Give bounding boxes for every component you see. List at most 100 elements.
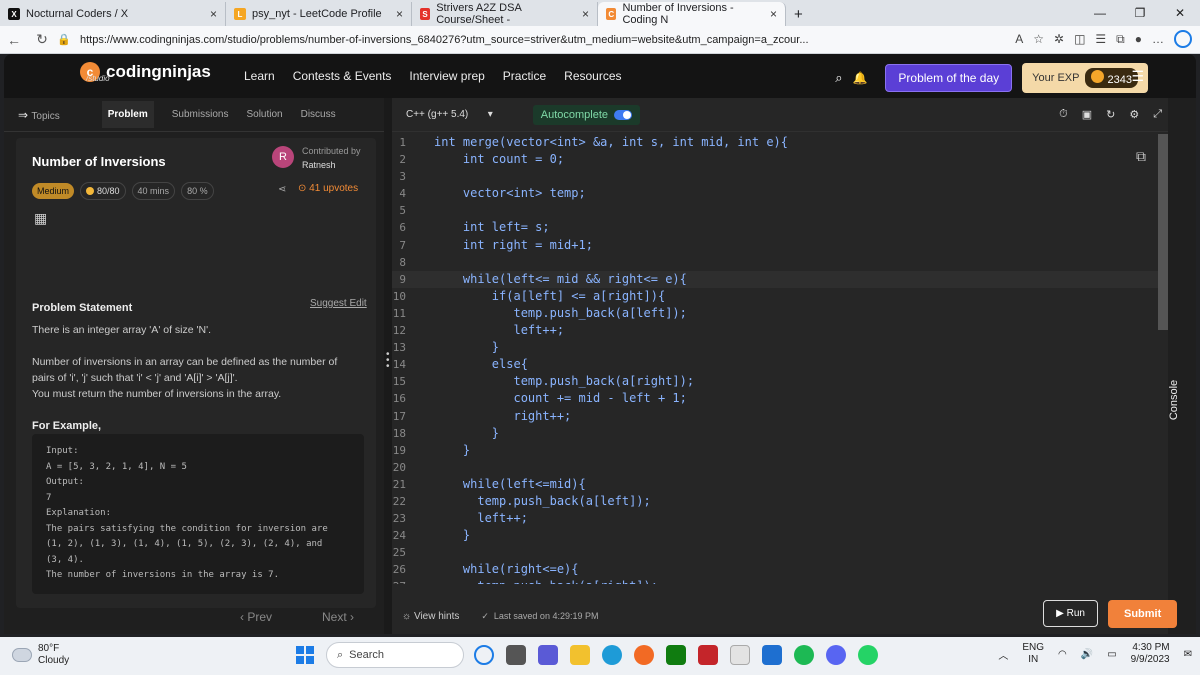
mcafee-icon[interactable] bbox=[698, 645, 718, 665]
nav-learn[interactable]: Learn bbox=[244, 69, 275, 83]
share-icon[interactable]: ⋖ bbox=[278, 184, 286, 195]
taskbar-search[interactable]: ⌕ Search bbox=[326, 642, 464, 668]
code-line[interactable]: 7 int right = mid+1; bbox=[392, 237, 1162, 254]
panel-resizer[interactable]: • • • bbox=[384, 98, 392, 634]
tab-submissions[interactable]: Submissions bbox=[172, 109, 229, 120]
code-line[interactable]: 12 left++; bbox=[392, 322, 1162, 339]
refresh-icon[interactable]: ↻ bbox=[28, 31, 56, 48]
settings-gear-icon[interactable]: ⚙ bbox=[1129, 108, 1139, 121]
nav-practice[interactable]: Practice bbox=[503, 69, 546, 83]
view-hints-button[interactable]: ☼ View hints bbox=[402, 611, 459, 622]
language-select[interactable]: C++ (g++ 5.4) ▾ bbox=[406, 109, 493, 120]
code-area[interactable]: 1 int merge(vector<int> &a, int s, int mi… bbox=[392, 134, 1162, 584]
prev-button[interactable]: ‹ Prev bbox=[240, 610, 272, 624]
collections-icon[interactable]: ⧉ bbox=[1116, 32, 1125, 47]
notification-bell-icon[interactable]: 🔔 bbox=[852, 71, 867, 85]
code-line[interactable]: 19 } bbox=[392, 442, 1162, 459]
lock-icon[interactable]: 🔒 bbox=[56, 33, 72, 46]
hamburger-menu-icon[interactable]: ☰ bbox=[1131, 68, 1144, 85]
notification-icon[interactable]: ✉ bbox=[1184, 649, 1192, 660]
problem-of-the-day-button[interactable]: Problem of the day bbox=[885, 64, 1013, 92]
more-icon[interactable]: … bbox=[1152, 32, 1164, 46]
tab-twitter[interactable]: X Nocturnal Coders / X × bbox=[0, 2, 226, 26]
tab-problem[interactable]: Problem bbox=[101, 101, 154, 128]
language-indicator[interactable]: ENG IN bbox=[1022, 642, 1044, 666]
reset-icon[interactable]: ↻ bbox=[1106, 108, 1115, 121]
avatar[interactable]: R bbox=[272, 146, 294, 168]
copy-icon[interactable]: ⧉ bbox=[1136, 148, 1146, 165]
store-icon[interactable] bbox=[730, 645, 750, 665]
code-line[interactable]: 11 temp.push_back(a[left]); bbox=[392, 305, 1162, 322]
code-line[interactable]: 10 if(a[left] <= a[right]){ bbox=[392, 288, 1162, 305]
code-line[interactable]: 23 left++; bbox=[392, 510, 1162, 527]
close-icon[interactable]: × bbox=[388, 7, 403, 21]
run-button[interactable]: ▶ Run bbox=[1043, 600, 1098, 627]
code-line[interactable]: 18 } bbox=[392, 425, 1162, 442]
windows-start-icon[interactable] bbox=[296, 646, 314, 664]
url-field[interactable]: https://www.codingninjas.com/studio/prob… bbox=[80, 34, 809, 46]
code-line[interactable]: 2 int count = 0; bbox=[392, 151, 1162, 168]
nav-contests[interactable]: Contests & Events bbox=[293, 69, 392, 83]
code-line[interactable]: 17 right++; bbox=[392, 408, 1162, 425]
code-line[interactable]: 8 bbox=[392, 254, 1162, 271]
code-line[interactable]: 27 temp.push_back(a[right]); bbox=[392, 578, 1162, 584]
timer-icon[interactable]: ⏱ bbox=[1059, 108, 1068, 121]
xbox-icon[interactable] bbox=[666, 645, 686, 665]
code-line[interactable]: 1 int merge(vector<int> &a, int s, int mi… bbox=[392, 134, 1162, 151]
split-screen-icon[interactable]: ◫ bbox=[1074, 32, 1085, 46]
tab-leetcode[interactable]: L psy_nyt - LeetCode Profile × bbox=[226, 2, 412, 26]
code-line[interactable]: 25 bbox=[392, 544, 1162, 561]
code-line[interactable]: 5 bbox=[392, 202, 1162, 219]
back-icon[interactable]: ← bbox=[0, 32, 28, 48]
chevron-up-icon[interactable]: ︿ bbox=[998, 647, 1008, 662]
app-icon[interactable] bbox=[762, 645, 782, 665]
code-line[interactable]: 26 while(right<=e){ bbox=[392, 561, 1162, 578]
code-line[interactable]: 16 count += mid - left + 1; bbox=[392, 390, 1162, 407]
code-line[interactable]: 13 } bbox=[392, 339, 1162, 356]
teams-icon[interactable] bbox=[538, 645, 558, 665]
read-aloud-icon[interactable]: A bbox=[1015, 32, 1023, 46]
code-line[interactable]: 22 temp.push_back(a[left]); bbox=[392, 493, 1162, 510]
code-line[interactable]: 20 bbox=[392, 459, 1162, 476]
save-icon[interactable]: ▣ bbox=[1082, 108, 1092, 121]
code-line[interactable]: 14 else{ bbox=[392, 356, 1162, 373]
tab-codingninjas[interactable]: C Number of Inversions - Coding N × bbox=[598, 2, 786, 26]
suggest-edit-link[interactable]: Suggest Edit bbox=[310, 298, 367, 309]
close-window-icon[interactable]: ✕ bbox=[1160, 6, 1200, 20]
firefox-icon[interactable] bbox=[634, 645, 654, 665]
code-line[interactable]: 3 bbox=[392, 168, 1162, 185]
console-panel-toggle[interactable]: Console bbox=[1168, 98, 1196, 634]
fullscreen-icon[interactable]: ⤢ bbox=[1153, 108, 1162, 121]
autocomplete-toggle[interactable]: Autocomplete bbox=[532, 104, 640, 125]
task-view-icon[interactable] bbox=[506, 645, 526, 665]
new-tab-button[interactable]: + bbox=[786, 2, 811, 26]
battery-icon[interactable]: ▭ bbox=[1107, 649, 1116, 660]
spotify-icon[interactable] bbox=[794, 645, 814, 665]
close-icon[interactable]: × bbox=[762, 7, 777, 21]
favorite-star-icon[interactable]: ☆ bbox=[1033, 32, 1044, 46]
close-icon[interactable]: × bbox=[202, 7, 217, 21]
code-line[interactable]: 9 while(left<= mid && right<= e){ bbox=[392, 270, 1162, 288]
editor-scrollbar[interactable] bbox=[1158, 134, 1168, 330]
next-button[interactable]: Next › bbox=[322, 610, 354, 624]
code-line[interactable]: 21 while(left<=mid){ bbox=[392, 476, 1162, 493]
whatsapp-icon[interactable] bbox=[858, 645, 878, 665]
minimize-icon[interactable]: — bbox=[1080, 6, 1120, 20]
code-line[interactable]: 4 vector<int> temp; bbox=[392, 185, 1162, 202]
copilot-icon[interactable] bbox=[1174, 30, 1192, 48]
close-icon[interactable]: × bbox=[574, 7, 589, 21]
copilot-icon[interactable] bbox=[474, 645, 494, 665]
volume-icon[interactable]: 🔊 bbox=[1081, 649, 1093, 660]
wifi-icon[interactable]: ◠ bbox=[1058, 649, 1067, 660]
submit-button[interactable]: Submit bbox=[1108, 600, 1178, 628]
tab-striver[interactable]: S Strivers A2Z DSA Course/Sheet - × bbox=[412, 2, 598, 26]
search-icon[interactable]: ⌕ bbox=[835, 70, 842, 86]
topics-button[interactable]: ⇒ Topics bbox=[18, 108, 78, 122]
weather-widget[interactable]: 80°F Cloudy bbox=[12, 643, 69, 667]
edge-icon[interactable] bbox=[602, 645, 622, 665]
tab-solution[interactable]: Solution bbox=[246, 109, 282, 120]
tab-discuss[interactable]: Discuss bbox=[301, 109, 336, 120]
profile-icon[interactable]: ● bbox=[1135, 32, 1142, 46]
code-line[interactable]: 24 } bbox=[392, 527, 1162, 544]
favorites-icon[interactable]: ☰ bbox=[1095, 32, 1106, 46]
